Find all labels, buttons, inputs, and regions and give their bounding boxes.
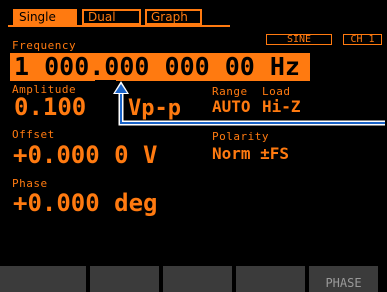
phase-label: Phase	[12, 177, 48, 190]
polarity-value[interactable]: Norm ±FS	[212, 145, 289, 163]
waveform-badge: SINE	[266, 34, 332, 45]
offset-value[interactable]: +0.000 0 V	[13, 142, 158, 168]
frequency-value: 1 000.000 000 00 Hz	[14, 52, 300, 81]
amplitude-value[interactable]: 0.100	[14, 94, 86, 120]
softkey-4[interactable]	[236, 266, 305, 292]
channel-badge: CH 1	[343, 34, 382, 45]
softkey-3[interactable]	[163, 266, 232, 292]
offset-label: Offset	[12, 128, 55, 141]
load-value[interactable]: Hi-Z	[262, 98, 301, 116]
frequency-label: Frequency	[12, 39, 77, 52]
phase-value[interactable]: +0.000 deg	[13, 190, 158, 216]
softkey-2[interactable]	[90, 266, 159, 292]
amplitude-unit: Vp-p	[128, 96, 181, 121]
generator-display: Single Dual Graph SINE CH 1 Frequency 1 …	[0, 0, 387, 292]
tab-single[interactable]: Single	[13, 9, 77, 25]
load-label: Load	[262, 85, 291, 98]
tab-underline	[8, 25, 230, 27]
digit-cursor	[95, 80, 116, 83]
polarity-label: Polarity	[212, 130, 269, 143]
tab-graph[interactable]: Graph	[145, 9, 202, 25]
softkey-phase[interactable]: PHASE	[309, 266, 378, 292]
softkey-1[interactable]	[0, 266, 86, 292]
tab-dual[interactable]: Dual	[82, 9, 141, 25]
range-value[interactable]: AUTO	[212, 98, 251, 116]
range-label: Range	[212, 85, 248, 98]
